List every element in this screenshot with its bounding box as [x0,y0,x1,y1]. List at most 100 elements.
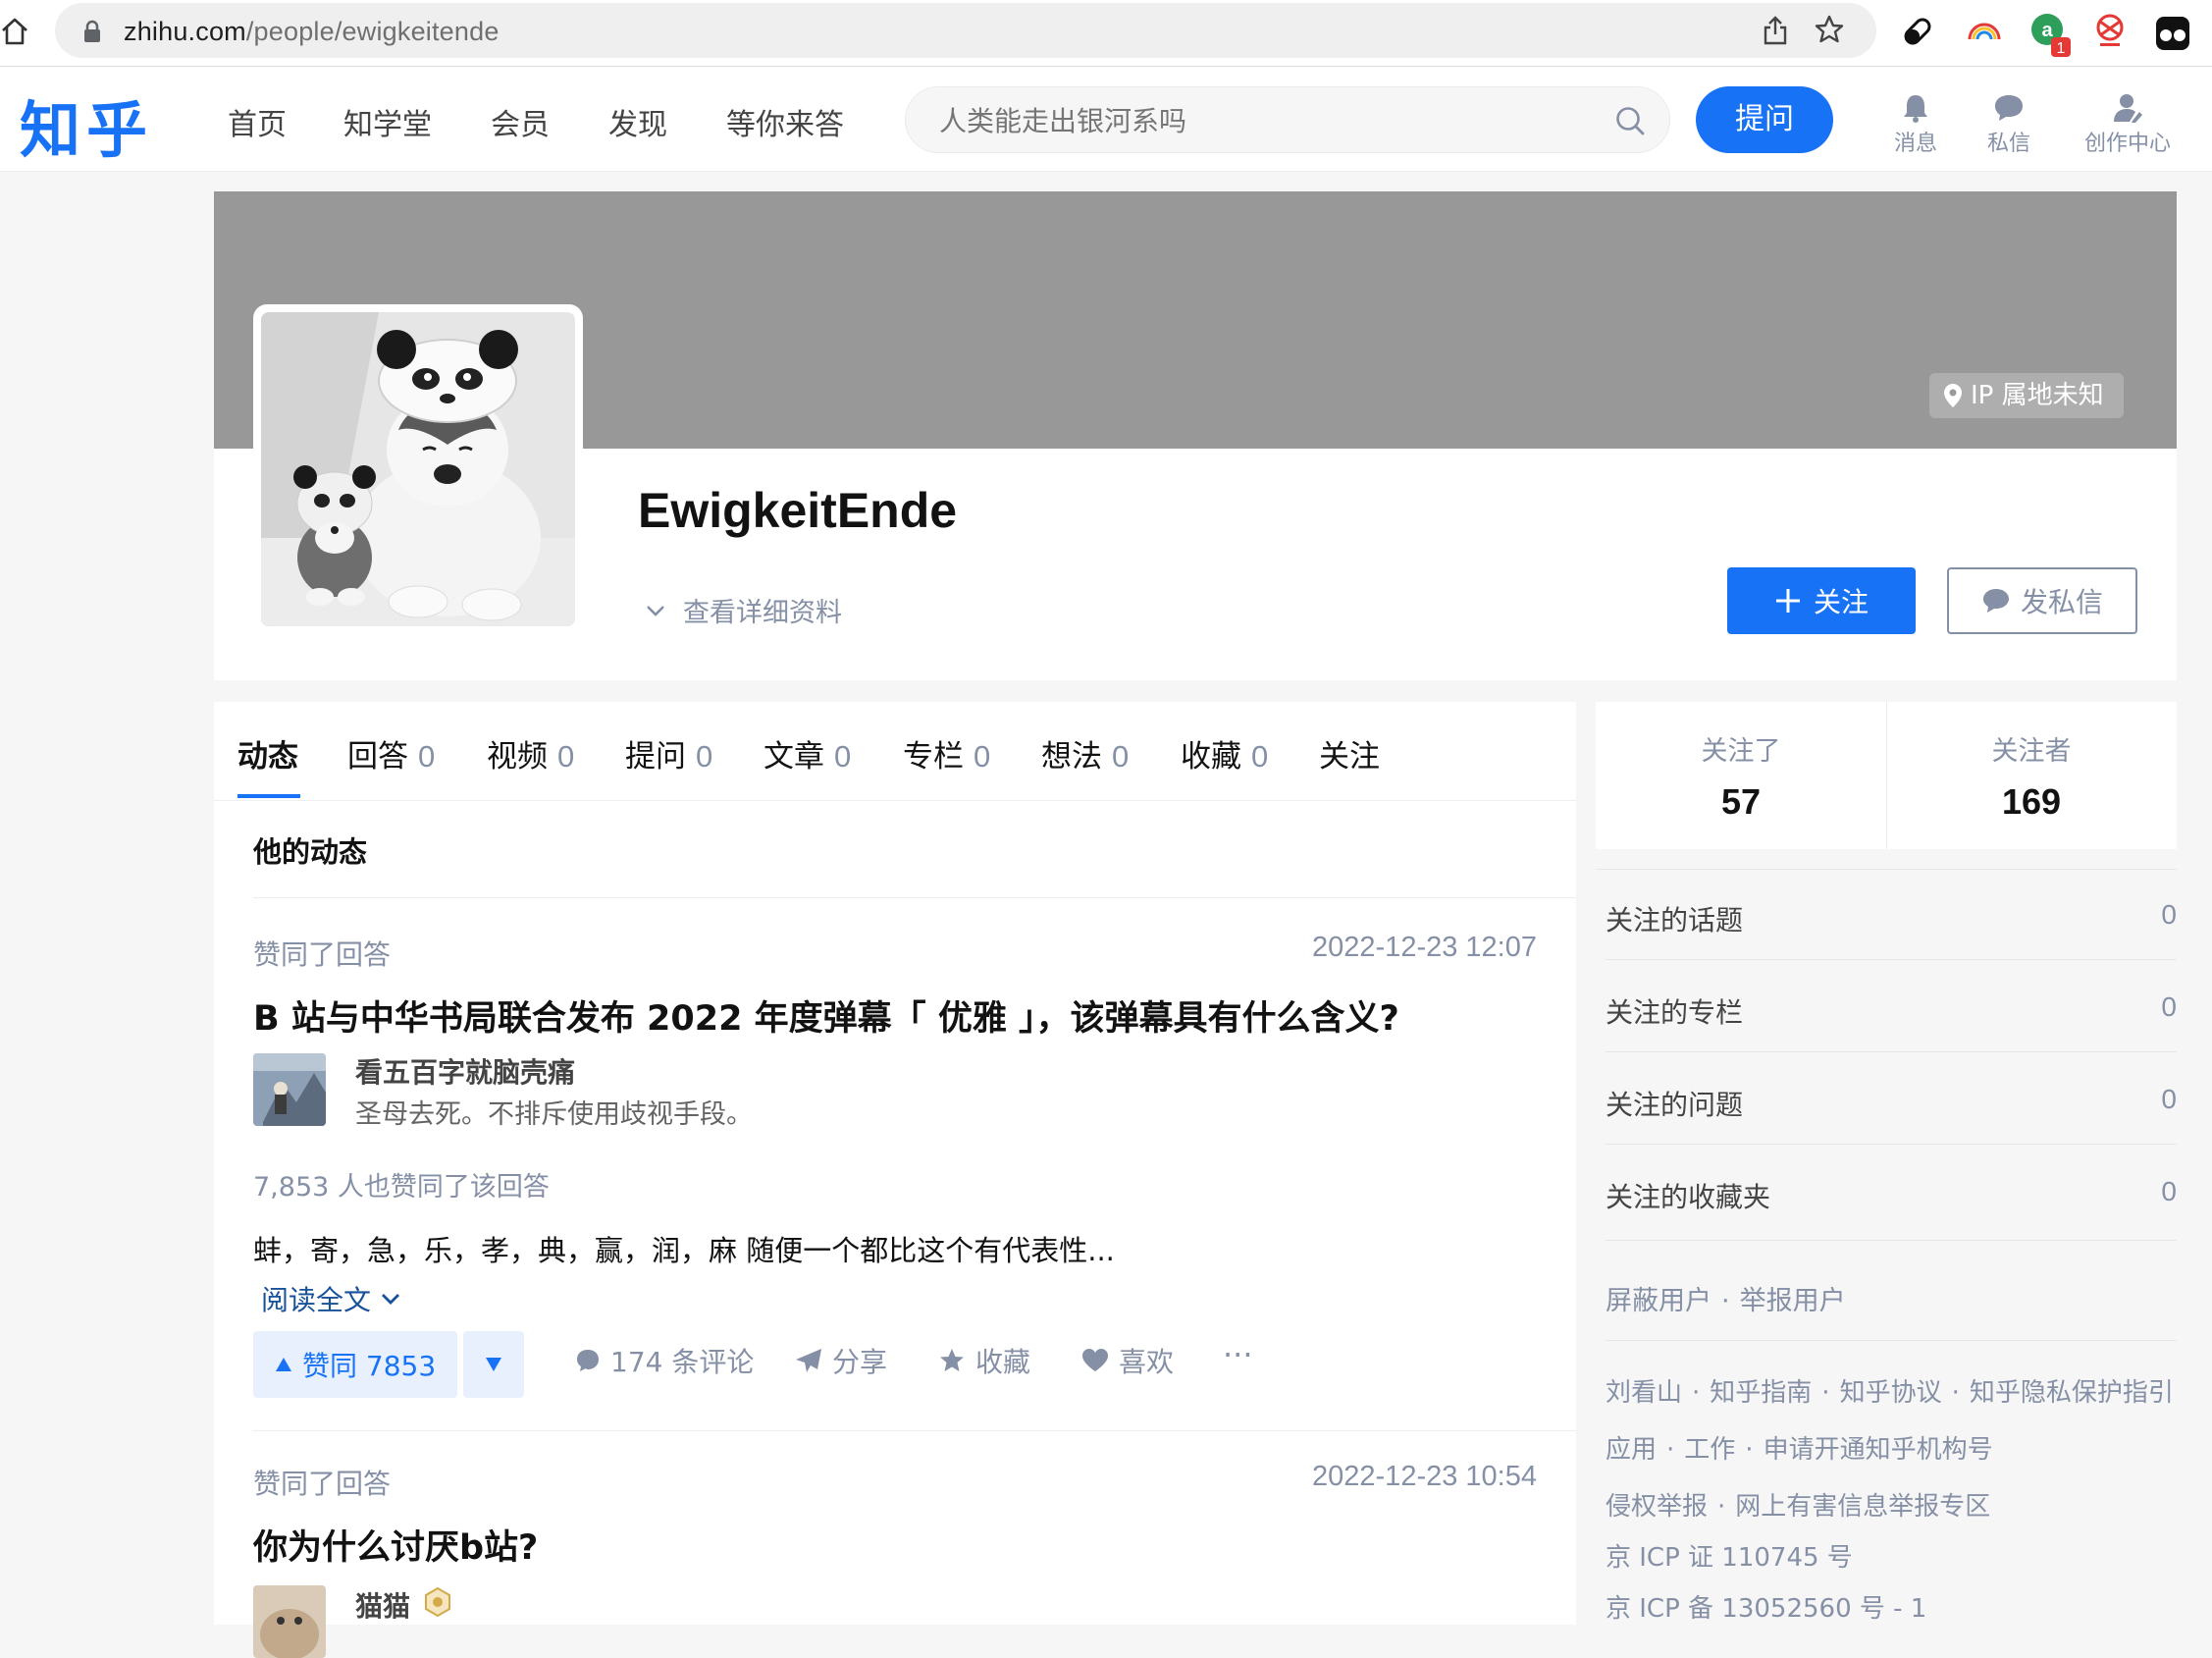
row-value: 0 [2161,1084,2177,1114]
upvote-button[interactable]: 赞同 7853 [253,1331,458,1398]
comment-icon [577,1350,599,1371]
read-more-label: 阅读全文 [261,1284,372,1316]
read-more-link[interactable]: 阅读全文 [261,1279,400,1318]
author-avatar[interactable] [253,1053,326,1126]
bookmark-star-icon[interactable] [1815,15,1844,44]
tab-videos[interactable]: 视频 0 [487,731,574,776]
activity-feed-card: 动态 回答 0 视频 0 提问 0 文章 0 专栏 0 想法 0 收藏 0 关注 他的动态 赞… [214,702,1576,1658]
view-details-link[interactable]: 查看详细资料 [646,591,842,629]
tab-articles[interactable]: 文章 0 [764,731,851,776]
tab-answers[interactable]: 回答 0 [347,731,435,776]
tab-count: 0 [1112,739,1130,774]
tab-count: 0 [974,739,991,774]
followed-questions-row[interactable]: 关注的问题 0 [1606,1054,2177,1145]
question-title[interactable]: B 站与中华书局联合发布 2022 年度弹幕「 优雅 」，该弹幕具有什么含义? [253,990,1399,1041]
followed-columns-row[interactable]: 关注的专栏 0 [1606,962,2177,1052]
search-input[interactable] [937,101,1569,140]
separator-dot: · [1745,1435,1754,1465]
profile-extension-icon[interactable] [2155,16,2190,51]
tab-activity[interactable]: 动态 [237,731,298,776]
search-icon[interactable] [1614,105,1646,136]
avatar[interactable] [253,304,583,634]
footer-links-line3: 侵权举报 · 网上有害信息举报专区 [1606,1486,1990,1523]
upvote-label: 赞同 7853 [302,1350,437,1382]
tab-collections[interactable]: 收藏 0 [1181,731,1268,776]
notifications-button[interactable]: 消息 [1886,92,1945,157]
nav-discover[interactable]: 发现 [608,100,667,143]
footer-links-line1: 刘看山 · 知乎指南 · 知乎协议 · 知乎隐私保护指引 [1606,1372,2174,1409]
share-button[interactable]: 分享 [795,1341,887,1380]
private-messages-button[interactable]: 私信 [1979,92,2038,157]
tab-count: 0 [834,739,852,774]
tab-thoughts[interactable]: 想法 0 [1041,731,1129,776]
collect-button[interactable]: 收藏 [938,1341,1030,1380]
block-report-links: 屏蔽用户 · 举报用户 [1606,1279,1846,1317]
footer-link[interactable]: 知乎隐私保护指引 [1970,1378,2174,1408]
creator-center-button[interactable]: 创作中心 [2079,92,2177,157]
nav-membership[interactable]: 会员 [491,100,550,143]
divider [1606,1340,2177,1341]
plus-icon [1775,589,1800,613]
followers-label: 关注者 [1991,736,2072,767]
block-user-link[interactable]: 屏蔽用户 [1606,1286,1712,1316]
tab-count: 0 [418,739,436,774]
footer-link[interactable]: 知乎协议 [1840,1378,1942,1408]
footer-link[interactable]: 应用 [1606,1435,1657,1465]
row-value: 0 [2161,991,2177,1022]
nav-zhixuetang[interactable]: 知学堂 [343,100,432,143]
author-avatar[interactable] [253,1585,326,1658]
followers-stat[interactable]: 关注者 169 [1886,702,2177,849]
comments-button[interactable]: 174 条评论 [575,1341,754,1380]
url-path: /people/ewigkeitende [245,17,500,46]
pill-extension-icon[interactable] [1900,14,1935,49]
triangle-up-icon [276,1358,291,1371]
zhihu-logo[interactable]: 知乎 [20,80,153,169]
row-label: 关注的收藏夹 [1606,1181,1771,1213]
report-user-link[interactable]: 举报用户 [1740,1286,1846,1316]
tab-label: 回答 [347,739,408,775]
follow-label: 关注 [1813,586,1869,618]
footer-icp-license[interactable]: 京 ICP 证 110745 号 [1606,1537,1853,1574]
footer-icp-record[interactable]: 京 ICP 备 13052560 号 - 1 [1606,1588,1926,1625]
nav-home[interactable]: 首页 [228,100,287,143]
answer-excerpt[interactable]: 蚌，寄，急，乐，孝，典，赢，润，麻 随便一个都比这个有代表性... [253,1228,1115,1269]
footer-link[interactable]: 知乎指南 [1710,1378,1812,1408]
ask-question-button[interactable]: 提问 [1696,86,1833,153]
separator-dot: · [1951,1378,1960,1408]
tab-following[interactable]: 关注 [1319,731,1380,776]
nav-waiting-answers[interactable]: 等你来答 [726,100,844,143]
footer-link[interactable]: 工作 [1684,1435,1735,1465]
tab-label: 专栏 [903,739,964,775]
author-name[interactable]: 看五百字就脑壳痛 [355,1051,575,1091]
share-icon[interactable] [1763,16,1788,45]
like-label: 喜欢 [1119,1346,1175,1378]
translate-extension-icon[interactable]: a1 [2029,12,2073,59]
tab-label: 提问 [625,739,686,775]
footer-link[interactable]: 侵权举报 [1606,1492,1708,1522]
followed-collections-row[interactable]: 关注的收藏夹 0 [1606,1147,2177,1241]
url-host: zhihu.com [124,17,246,46]
address-bar[interactable]: zhihu.com/people/ewigkeitende [55,3,1876,58]
weibo-extension-icon[interactable] [2090,12,2130,51]
home-icon[interactable] [0,16,29,47]
author-name[interactable]: 猫猫 [355,1585,410,1625]
tab-label: 关注 [1319,739,1380,775]
footer-link[interactable]: 网上有害信息举报专区 [1735,1492,1990,1522]
followed-topics-row[interactable]: 关注的话题 0 [1606,870,2177,960]
bell-icon [1904,95,1927,123]
question-title[interactable]: 你为什么讨厌b站? [253,1520,538,1570]
more-options-button[interactable]: ··· [1223,1336,1253,1373]
following-count: 57 [1720,781,1762,822]
tab-columns[interactable]: 专栏 0 [903,731,990,776]
follow-button[interactable]: 关注 [1727,567,1916,634]
private-messages-label: 私信 [1986,132,2030,156]
rainbow-extension-icon[interactable] [1967,20,2002,43]
downvote-button[interactable] [463,1331,524,1398]
footer-link[interactable]: 刘看山 [1606,1378,1682,1408]
profile-header-card: IP 属地未知 EwigkeitEnde 查看详细资料 关注 发私信 [214,191,2177,680]
send-message-button[interactable]: 发私信 [1947,567,2137,634]
like-button[interactable]: 喜欢 [1081,1341,1174,1380]
footer-link[interactable]: 申请开通知乎机构号 [1764,1435,1993,1465]
tab-questions[interactable]: 提问 0 [625,731,712,776]
following-stat[interactable]: 关注了 57 [1596,702,1886,849]
